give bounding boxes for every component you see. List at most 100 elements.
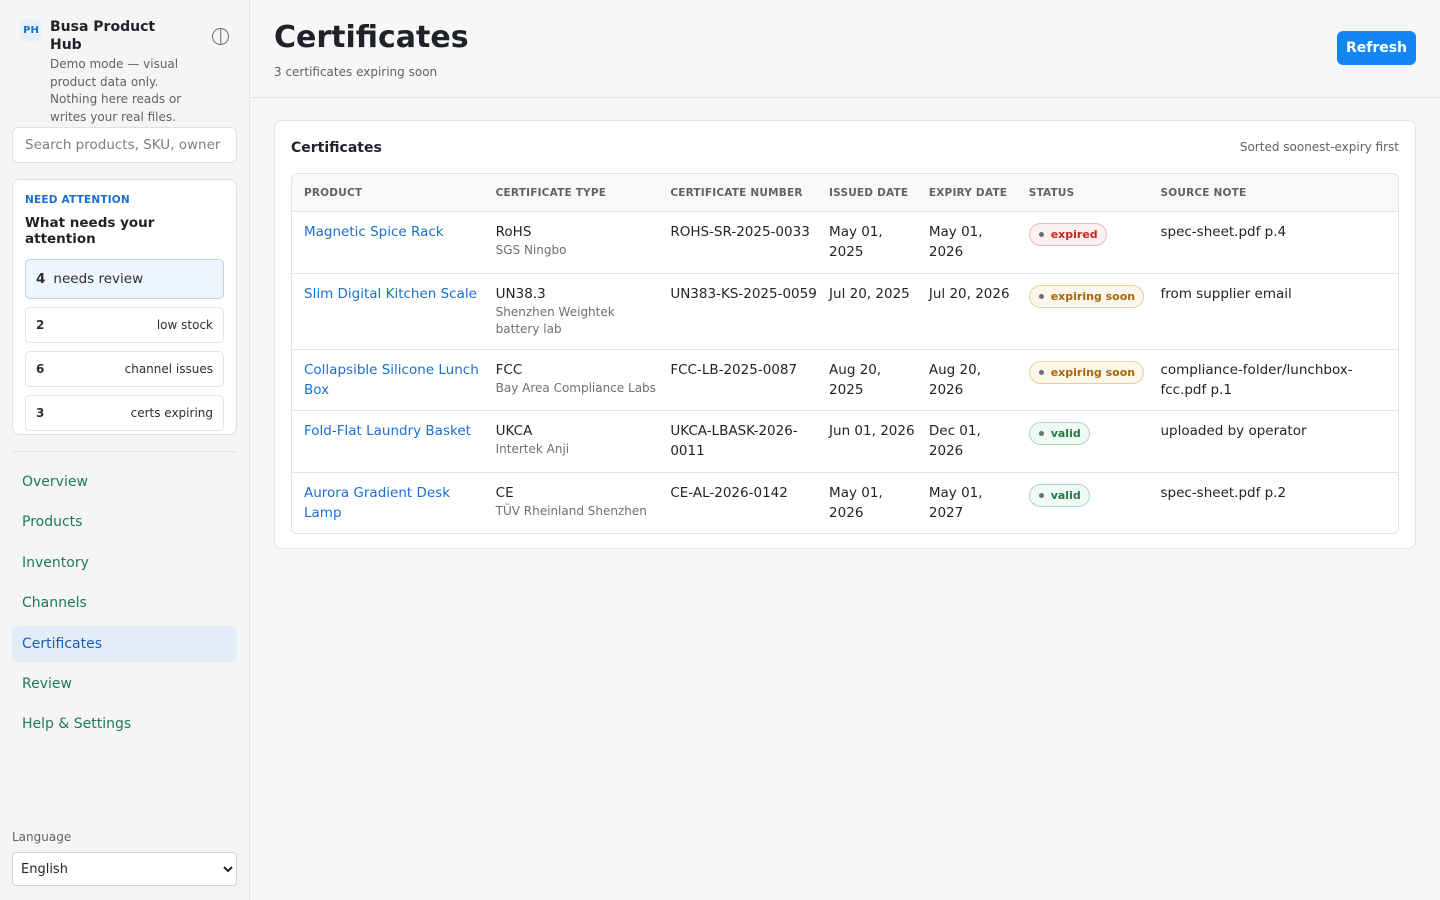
status-label: expiring soon [1050,365,1136,379]
table-row[interactable]: Magnetic Spice Rack RoHS SGS Ningbo ROHS-… [292,211,1398,273]
expiry-date: Aug 20, 2026 [928,362,981,398]
product-link[interactable]: Fold-Flat Laundry Basket [304,423,471,439]
card-title: Certificates [291,139,382,156]
status-badge: valid [1028,422,1090,445]
status-dot-icon [1038,294,1044,299]
brand-description: Demo mode — visual product data only. No… [50,57,182,124]
sidebar-item-review[interactable]: Review [12,666,237,702]
table-header: PRODUCT CERTIFICATE TYPE CERTIFICATE NUM… [292,174,1398,211]
attention-count: 3 [36,406,45,420]
column-header[interactable]: CERTIFICATE TYPE [484,187,659,199]
sidebar-item-products[interactable]: Products [12,504,237,540]
certificate-number: CE-AL-2026-0142 [670,485,788,501]
table-row[interactable]: Slim Digital Kitchen Scale UN38.3 Shenzhe… [292,273,1398,349]
expiry-date: Dec 01, 2026 [928,423,981,459]
page-title: Certificates [274,20,469,55]
column-header[interactable]: ISSUED DATE [817,187,917,199]
certificate-number: UN383-KS-2025-0059 [670,286,817,302]
column-header[interactable]: STATUS [1017,187,1149,199]
product-link[interactable]: Collapsible Silicone Lunch Box [304,362,479,398]
sidebar-item-help-settings[interactable]: Help & Settings [12,706,237,742]
status-badge: valid [1028,484,1090,507]
attention-count: 6 [36,362,45,376]
status-badge: expiring soon [1028,285,1145,308]
attention-label: needs review [53,271,144,287]
attention-count: 2 [36,318,45,332]
issued-date: Aug 20, 2025 [829,362,882,398]
issued-date: May 01, 2025 [829,224,883,260]
certificate-lab: Shenzhen Weightek battery lab [495,305,615,336]
expiry-date: May 01, 2026 [928,224,983,260]
attention-title: What needs your attention [25,215,155,247]
certificates-card: Certificates Sorted soonest-expiry first… [274,120,1416,549]
issued-date: Jun 01, 2026 [829,423,915,439]
brand-text: Busa Product Hub Demo mode — visual prod… [50,18,190,124]
brand: PH Busa Product Hub Demo mode — visual p… [12,0,237,124]
language-select[interactable]: English [12,852,237,886]
table-row[interactable]: Aurora Gradient Desk Lamp CE TÜV Rheinlan… [292,472,1398,533]
language-label: Language [12,830,72,844]
certificates-table: PRODUCT CERTIFICATE TYPE CERTIFICATE NUM… [291,173,1399,534]
certificate-type: RoHS [495,224,532,240]
status-label: expired [1050,227,1098,241]
attention-panel: NEED ATTENTION What needs your attention… [12,179,237,435]
sidebar-divider [12,451,237,452]
certificate-type: UKCA [495,423,533,439]
expiry-date: May 01, 2027 [928,485,983,521]
refresh-button[interactable]: Refresh [1337,31,1416,65]
issued-date: Jul 20, 2025 [829,286,910,302]
column-header[interactable]: CERTIFICATE NUMBER [658,187,817,199]
attention-item-channel-issues[interactable]: 6 channel issues [25,351,224,387]
sidebar-item-channels[interactable]: Channels [12,585,237,621]
attention-label: low stock [156,318,213,332]
certificate-lab: Bay Area Compliance Labs [495,381,656,395]
status-badge: expired [1028,223,1107,246]
status-dot-icon [1038,493,1044,498]
attention-item-low-stock[interactable]: 2 low stock [25,307,224,343]
source-note: from supplier email [1160,286,1292,302]
status-dot-icon [1038,232,1044,237]
issued-date: May 01, 2026 [829,485,883,521]
table-row[interactable]: Collapsible Silicone Lunch Box FCC Bay Ar… [292,349,1398,410]
sort-note: Sorted soonest-expiry first [1239,140,1399,154]
source-note: uploaded by operator [1160,423,1307,439]
attention-count: 4 [36,271,46,287]
status-badge: expiring soon [1028,361,1145,384]
card-header: Certificates Sorted soonest-expiry first [291,121,1399,173]
certificate-lab: Intertek Anji [495,442,570,456]
source-note: spec-sheet.pdf p.4 [1160,224,1287,240]
status-dot-icon [1038,370,1044,375]
sidebar-item-certificates[interactable]: Certificates [12,625,237,662]
main-content: Certificates 3 certificates expiring soo… [250,0,1440,900]
sidebar-item-overview[interactable]: Overview [12,464,237,500]
attention-label: certs expiring [130,406,213,420]
attention-label: channel issues [124,362,213,376]
attention-item-certs-expiring[interactable]: 3 certs expiring [25,395,224,431]
column-header[interactable]: EXPIRY DATE [917,187,1017,199]
table-row[interactable]: Fold-Flat Laundry Basket UKCA Intertek An… [292,410,1398,472]
certificate-number: ROHS-SR-2025-0033 [670,224,810,240]
certificate-lab: SGS Ningbo [495,243,567,257]
attention-item-needs-review[interactable]: 4 needs review [25,259,224,299]
product-link[interactable]: Slim Digital Kitchen Scale [304,286,477,302]
brand-logo: PH [20,19,42,41]
sidebar-nav: Overview Products Inventory Channels Cer… [12,464,237,742]
status-label: valid [1050,488,1081,502]
product-link[interactable]: Magnetic Spice Rack [304,224,444,240]
sidebar-item-inventory[interactable]: Inventory [12,545,237,581]
status-label: expiring soon [1050,289,1136,303]
sidebar: PH Busa Product Hub Demo mode — visual p… [0,0,250,900]
certificate-number: FCC-LB-2025-0087 [670,362,798,378]
certificate-type: CE [495,485,514,501]
attention-kicker: NEED ATTENTION [25,194,130,206]
certificate-type: FCC [495,362,523,378]
product-link[interactable]: Aurora Gradient Desk Lamp [304,485,450,521]
certificate-lab: TÜV Rheinland Shenzhen [495,504,647,518]
column-header[interactable]: PRODUCT [292,187,484,199]
source-note: spec-sheet.pdf p.2 [1160,485,1287,501]
column-header[interactable]: SOURCE NOTE [1148,187,1398,199]
status-dot-icon [1038,431,1044,436]
search-input[interactable] [12,127,237,163]
collapse-sidebar-icon[interactable] [212,28,229,45]
source-note: compliance-folder/lunchbox-fcc.pdf p.1 [1160,362,1353,398]
